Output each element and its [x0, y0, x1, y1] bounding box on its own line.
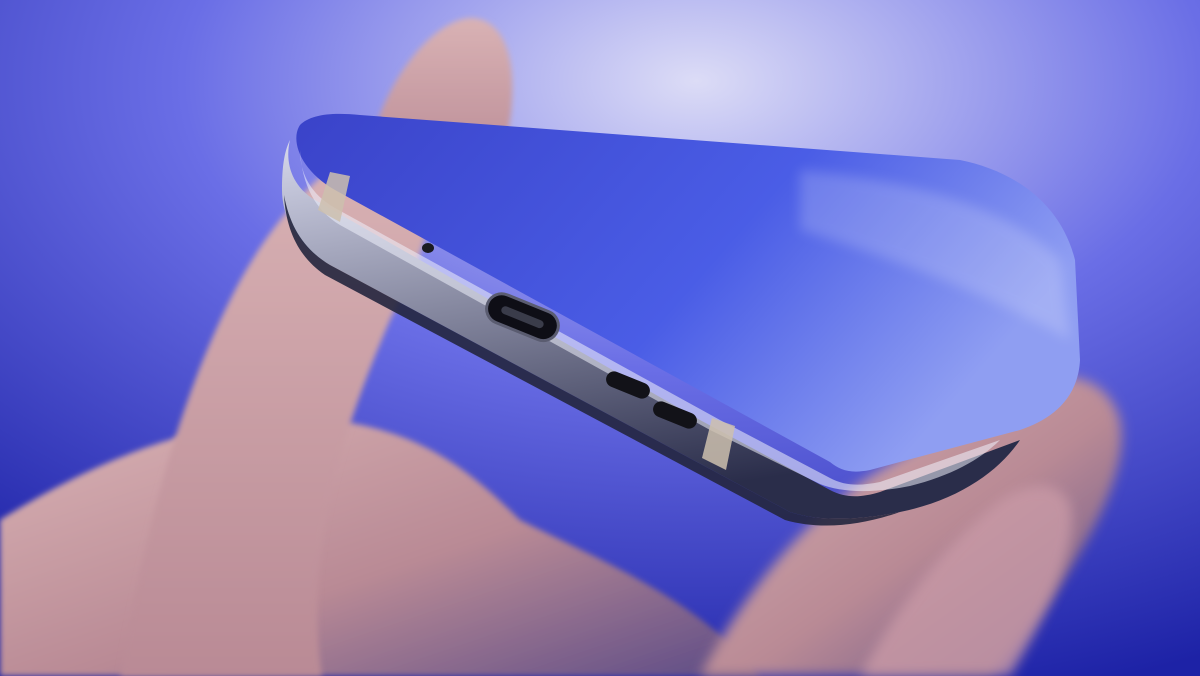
photo-illustration [0, 0, 1200, 676]
photo-scene [0, 0, 1200, 676]
microphone-hole [422, 243, 434, 253]
